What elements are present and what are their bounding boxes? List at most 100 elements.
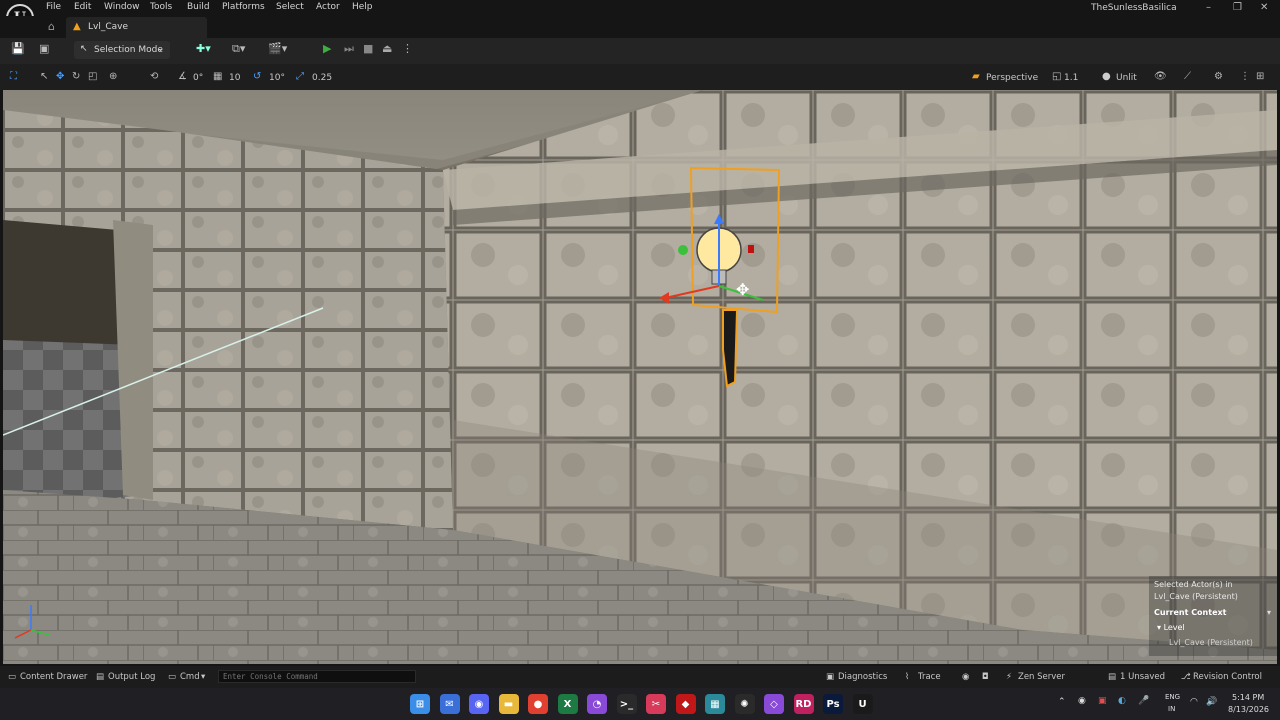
camera-speed-value[interactable]: 1.1 <box>1064 73 1078 83</box>
tray-mic-icon[interactable]: 🎤 <box>1138 696 1149 706</box>
perspective-icon: ▰ <box>972 71 980 82</box>
step-button[interactable]: ⏭ <box>344 42 354 56</box>
menu-help[interactable]: Help <box>352 2 373 12</box>
minimize-button[interactable]: – <box>1206 2 1211 13</box>
show-flags-icon[interactable]: 👁 <box>1154 71 1167 82</box>
menu-tools[interactable]: Tools <box>150 2 172 12</box>
selected-actor-line1: Selected Actor(s) in <box>1154 580 1233 589</box>
clock-time[interactable]: 5:14 PM <box>1232 693 1264 702</box>
restore-button[interactable]: ❐ <box>1233 2 1242 13</box>
surface-snap-icon[interactable]: ⟲ <box>150 71 158 82</box>
excel-icon[interactable]: X <box>557 694 578 714</box>
file-explorer-icon[interactable]: ▬ <box>498 694 519 714</box>
cmd-icon: ▭ <box>168 672 177 682</box>
mail-icon[interactable]: ✉ <box>439 694 460 714</box>
volume-icon[interactable]: 🔊 <box>1206 697 1217 707</box>
angle-snap-value[interactable]: 10° <box>269 73 285 83</box>
cmd-dropdown[interactable]: Cmd <box>180 672 200 682</box>
selection-mode-dropdown[interactable]: ↖ Selection Mode ⌄ <box>74 41 170 59</box>
world-space-icon[interactable]: ⊕ <box>109 71 117 82</box>
discord-icon[interactable]: ◉ <box>469 694 489 714</box>
transform-select-icon[interactable]: ⛶ <box>10 71 17 82</box>
grid-snap-value[interactable]: 10 <box>229 73 240 83</box>
wifi-icon[interactable]: ◠ <box>1190 697 1198 707</box>
menu-actor[interactable]: Actor <box>316 2 340 12</box>
language-line1[interactable]: ENG <box>1165 693 1180 701</box>
angle-snap-icon[interactable]: ↺ <box>253 71 261 82</box>
zen-server-button[interactable]: Zen Server <box>1018 672 1065 682</box>
chatgpt-icon[interactable]: ✺ <box>734 694 755 714</box>
language-line2[interactable]: IN <box>1168 705 1175 713</box>
lighting-mode-dropdown[interactable]: Unlit <box>1116 73 1137 83</box>
chrome-icon[interactable]: ● <box>528 694 548 714</box>
record-icon[interactable]: ◉ <box>962 672 969 682</box>
output-log-button[interactable]: Output Log <box>108 672 155 682</box>
cinematics-icon[interactable]: 🎬▾ <box>268 42 287 55</box>
launch-button[interactable]: ⏏ <box>382 42 392 55</box>
play-button[interactable]: ▶ <box>323 42 331 55</box>
maximize-viewport-icon[interactable]: ⊞ <box>1256 71 1264 82</box>
more-options-icon[interactable]: ⋮ <box>402 42 413 55</box>
github-icon[interactable]: ◔ <box>587 694 607 714</box>
menu-select[interactable]: Select <box>276 2 304 12</box>
menu-build[interactable]: Build <box>187 2 210 12</box>
viewport-scene: ✥ <box>3 90 1277 664</box>
menu-window[interactable]: Window <box>104 2 140 12</box>
menu-edit[interactable]: Edit <box>74 2 91 12</box>
windows-taskbar <box>0 688 1280 720</box>
scale-snap-icon[interactable]: ⤢ <box>296 71 304 82</box>
rotation-snap-icon[interactable]: ∡ <box>178 71 187 82</box>
settings-gear-icon[interactable]: ⚙ <box>1214 71 1223 82</box>
red-app-icon[interactable]: ◆ <box>675 694 696 714</box>
tab-lvl-cave[interactable]: ▲ Lvl_Cave <box>66 17 207 38</box>
rotate-tool-icon[interactable]: ↻ <box>72 71 80 82</box>
blueprint-icon[interactable]: ⧉▾ <box>232 42 245 56</box>
content-browser-icon[interactable]: ▣ <box>39 42 49 55</box>
revision-control-button[interactable]: Revision Control <box>1193 672 1262 682</box>
close-button[interactable]: ✕ <box>1260 2 1268 13</box>
photoshop-icon[interactable]: Ps <box>823 694 843 714</box>
context-dropdown-icon[interactable]: ▾ <box>1267 608 1271 617</box>
cmd-chevron-icon[interactable]: ▾ <box>201 672 205 682</box>
calculator-icon[interactable]: ▦ <box>705 694 725 714</box>
view-mode-dropdown[interactable]: Perspective <box>986 73 1038 83</box>
rotation-snap-value[interactable]: 0° <box>193 73 203 83</box>
windows-start-icon[interactable]: ⊞ <box>410 694 430 714</box>
trace-icon: ⌇ <box>905 672 910 682</box>
level-value[interactable]: Lvl_Cave (Persistent) <box>1169 638 1253 647</box>
save-icon[interactable]: 💾 <box>11 42 25 55</box>
project-name: TheSunlessBasilica <box>1091 3 1177 13</box>
unsaved-button[interactable]: 1 Unsaved <box>1120 672 1165 682</box>
content-drawer-button[interactable]: Content Drawer <box>20 672 87 682</box>
clock-date[interactable]: 8/13/2026 <box>1228 705 1269 714</box>
home-icon[interactable]: ⌂ <box>48 20 55 33</box>
selection-mode-icon: ↖ <box>80 44 88 54</box>
main-toolbar <box>0 38 1280 64</box>
grid-snap-icon[interactable]: ▦ <box>213 71 222 82</box>
tray-app-icon[interactable]: ▣ <box>1098 696 1107 706</box>
trace-dropdown[interactable]: Trace <box>918 672 941 682</box>
snip-icon[interactable]: ✂ <box>646 694 666 714</box>
select-tool-icon[interactable]: ↖ <box>40 71 48 82</box>
diagnostics-button[interactable]: Diagnostics <box>838 672 887 682</box>
zen-server-icon: ⚡ <box>1006 672 1012 682</box>
console-command-input[interactable] <box>218 670 416 683</box>
tray-overflow-icon[interactable]: ⌃ <box>1058 697 1066 707</box>
realtime-icon[interactable]: ⟋ <box>1184 71 1191 82</box>
scale-tool-icon[interactable]: ◰ <box>88 71 97 82</box>
add-actor-icon[interactable]: ✚▾ <box>196 42 211 55</box>
menu-file[interactable]: File <box>46 2 61 12</box>
more-vertical-icon[interactable]: ⋮ <box>1240 71 1250 82</box>
level-viewport[interactable]: ✥ Selected Actor(s) in Lvl_Cave (Persist… <box>3 90 1277 664</box>
tray-discord-icon[interactable]: ◉ <box>1078 696 1086 706</box>
terminal-icon[interactable]: >_ <box>616 694 637 714</box>
translate-tool-icon[interactable]: ✥ <box>56 71 64 82</box>
visual-studio-icon[interactable]: ◇ <box>764 694 784 714</box>
scale-snap-value[interactable]: 0.25 <box>312 73 332 83</box>
tray-network-icon[interactable]: ◐ <box>1118 696 1126 706</box>
stop-button[interactable]: ■ <box>363 42 373 55</box>
unreal-icon[interactable]: U <box>852 694 873 714</box>
screenshot-icon[interactable]: ◘ <box>982 672 989 682</box>
rider-icon[interactable]: RD <box>793 694 814 714</box>
menu-platforms[interactable]: Platforms <box>222 2 265 12</box>
